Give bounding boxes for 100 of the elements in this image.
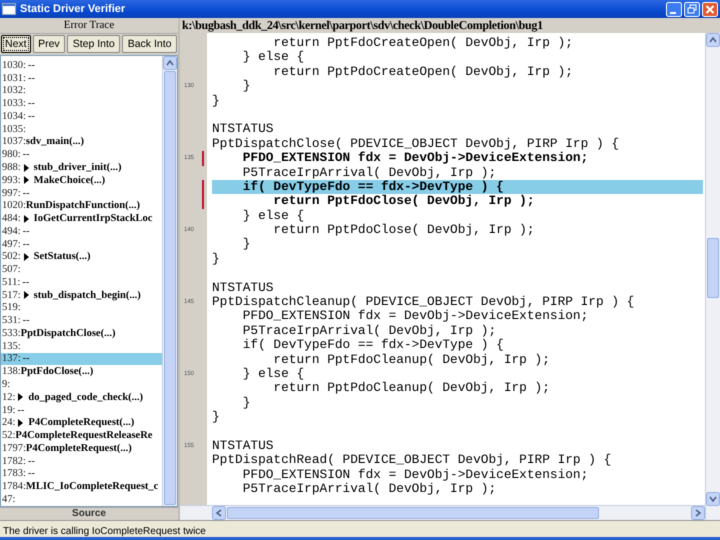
line-number: 1037:: [2, 136, 26, 148]
code-line: return PptFdoClose( DevObj, Irp );: [272, 194, 536, 209]
trace-text: --: [22, 276, 30, 288]
app-icon: [2, 3, 16, 15]
line-number: 519:: [2, 302, 21, 314]
trace-row[interactable]: 980: --: [1, 148, 162, 162]
toolbar-button[interactable]: Back Into: [122, 35, 177, 53]
scrollbar-thumb[interactable]: [227, 507, 599, 519]
line-number: 1797:: [2, 442, 26, 454]
trace-row[interactable]: 1030: --: [1, 59, 162, 72]
code-line: return PptFdoCreateOpen( DevObj, Irp );: [272, 36, 574, 50]
trace-row[interactable]: 138:PptFdoClose(...): [1, 365, 162, 378]
code-line: NTSTATUS: [212, 438, 274, 454]
scroll-up-button[interactable]: [163, 56, 177, 70]
code-line: if( DevTypeFdo == fdx->DevType ) {: [242, 338, 505, 353]
trace-row[interactable]: 1797:P4CompleteRequest(...): [1, 442, 162, 455]
scrollbar-thumb[interactable]: [707, 238, 719, 298]
trace-row[interactable]: 47:: [1, 493, 162, 506]
restore-button[interactable]: [684, 2, 700, 16]
scroll-up-button[interactable]: [706, 33, 720, 47]
line-number: 494:: [2, 226, 21, 237]
trace-row[interactable]: 484: IoGetCurrentIrpStackLoc: [1, 212, 162, 225]
trace-row[interactable]: 1020:RunDispatchFunction(...): [1, 199, 162, 212]
function-name: RunDispatchFunction(...): [26, 200, 140, 212]
trace-row[interactable]: 1782: --: [1, 454, 162, 468]
line-number: 47:: [2, 494, 16, 505]
trace-row[interactable]: 137: --: [1, 352, 162, 366]
minimize-button[interactable]: [666, 2, 682, 16]
code-line: return PptPdoClose( DevObj, Irp );: [272, 223, 536, 238]
trace-row[interactable]: 494: --: [1, 224, 162, 238]
trace-row[interactable]: 519:: [1, 302, 162, 314]
line-number: 502:: [2, 251, 21, 262]
line-number: 19:: [2, 404, 16, 416]
trace-row[interactable]: 1031: --: [1, 72, 162, 85]
function-name: PptDispatchClose(...): [20, 328, 116, 339]
trace-row[interactable]: 9:: [1, 378, 162, 391]
trace-row[interactable]: 1037:sdv_main(...): [1, 136, 162, 148]
expand-triangle-icon[interactable]: [22, 252, 30, 261]
trace-row[interactable]: 502: SetStatus(...): [1, 250, 162, 264]
code-line: NTSTATUS: [212, 280, 274, 296]
line-number: 1034:: [2, 110, 26, 122]
toolbar-button[interactable]: Step Into: [67, 35, 120, 53]
scroll-down-button[interactable]: [706, 492, 720, 506]
trace-row[interactable]: 1035:: [1, 122, 162, 136]
code-line: P5TraceIrpArrival( DevObj, Irp );: [242, 324, 498, 338]
trace-text: --: [28, 468, 35, 480]
scroll-right-button[interactable]: [691, 506, 705, 520]
trace-row[interactable]: 531: --: [1, 314, 162, 328]
scroll-left-button[interactable]: [212, 506, 226, 520]
function-name: stub_dispatch_begin(...): [34, 290, 141, 301]
code-line: return PptPdoCleanup( DevObj, Irp );: [272, 381, 551, 396]
trace-row[interactable]: 1032:: [1, 84, 162, 98]
line-number: 1035:: [2, 124, 26, 135]
trace-row[interactable]: 1783: --: [1, 468, 162, 480]
function-name: P4CompleteRequest(...): [28, 417, 134, 428]
trace-row[interactable]: 993: MakeChoice(...): [1, 174, 162, 187]
trace-row[interactable]: 507:: [1, 263, 162, 276]
expand-triangle-icon[interactable]: [22, 176, 30, 184]
trace-text: --: [28, 98, 35, 110]
trace-text: --: [22, 238, 30, 250]
trace-text: --: [22, 315, 30, 326]
expand-triangle-icon[interactable]: [17, 393, 24, 402]
code-line: P5TraceIrpArrival( DevObj, Irp );: [242, 166, 498, 180]
trace-row[interactable]: 497: --: [1, 238, 162, 250]
expand-triangle-icon[interactable]: [22, 164, 30, 172]
trace-row[interactable]: 517: stub_dispatch_begin(...): [1, 288, 162, 302]
trace-row[interactable]: 1784:MLIC_IoCompleteRequest_c: [1, 480, 162, 494]
trace-row[interactable]: 135:: [1, 340, 162, 353]
trace-row[interactable]: 1033: --: [1, 97, 162, 110]
trace-row[interactable]: 12: do_paged_code_check(...): [1, 390, 162, 404]
trace-row[interactable]: 1034: --: [1, 110, 162, 123]
function-name: stub_driver_init(...): [34, 162, 122, 173]
line-number: 12:: [2, 392, 16, 403]
code-line: P5TraceIrpArrival( DevObj, Irp );: [242, 482, 498, 496]
scrollbar-thumb[interactable]: [164, 71, 176, 505]
code-line: }: [242, 237, 252, 252]
status-text: The driver is calling IoCompleteRequest twice: [2, 526, 206, 537]
expand-triangle-icon[interactable]: [22, 214, 30, 223]
line-number: 484:: [2, 213, 21, 224]
trace-text: --: [22, 226, 30, 237]
trace-row[interactable]: 988: stub_driver_init(...): [1, 161, 162, 174]
trace-text: --: [28, 60, 35, 71]
expand-triangle-icon[interactable]: [22, 291, 30, 300]
close-button[interactable]: [702, 2, 718, 16]
line-number: 24:: [2, 417, 16, 428]
trace-row[interactable]: 52:P4CompleteRequestReleaseRe: [1, 429, 162, 442]
toolbar-button[interactable]: Prev: [32, 35, 66, 53]
code-line: PptDispatchCleanup( PDEVICE_OBJECT DevObj, PIRP Irp ) {: [212, 295, 636, 310]
code-line: } else {: [242, 208, 306, 224]
trace-row[interactable]: 511: --: [1, 276, 162, 289]
line-number: 1782:: [2, 456, 26, 467]
trace-row[interactable]: 24: P4CompleteRequest(...): [1, 416, 162, 430]
trace-row[interactable]: 19: --: [1, 404, 162, 416]
code-line: } else {: [242, 366, 306, 382]
line-number: 137:: [2, 353, 21, 364]
trace-row[interactable]: 997: --: [1, 186, 162, 200]
toolbar-button[interactable]: Next: [1, 35, 31, 53]
expand-triangle-icon[interactable]: [17, 418, 24, 427]
code-line: return PptFdoCleanup( DevObj, Irp );: [272, 352, 551, 367]
trace-row[interactable]: 533:PptDispatchClose(...): [1, 327, 162, 340]
